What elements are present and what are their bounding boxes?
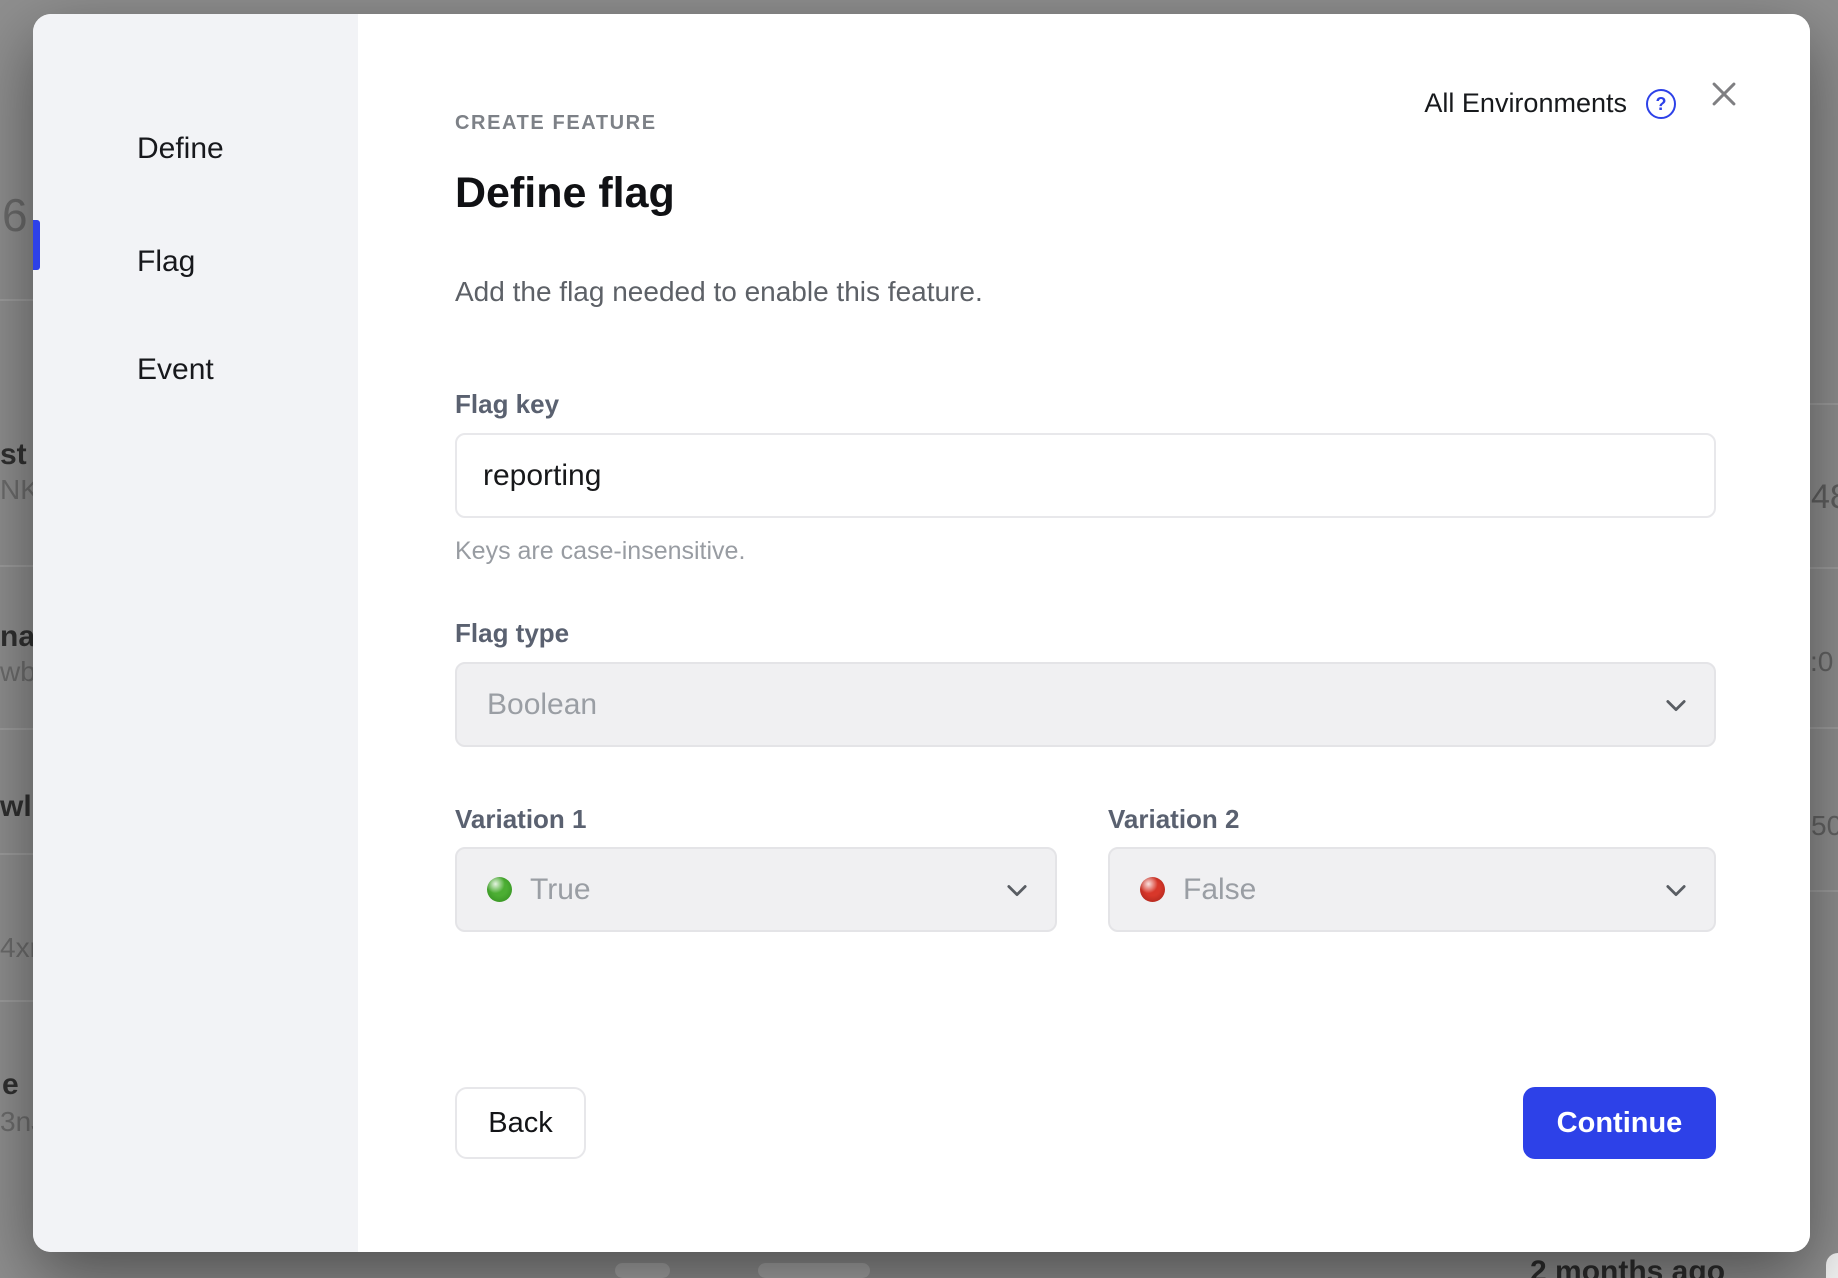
x-glyph bbox=[1707, 77, 1741, 111]
chevron-down-icon bbox=[1003, 876, 1031, 904]
create-feature-dialog: Define Flag Event CREATE FEATURE All Env… bbox=[33, 14, 1810, 1252]
variation-1-value: True bbox=[530, 873, 1003, 907]
flag-type-label: Flag type bbox=[455, 620, 569, 646]
help-icon[interactable]: ? bbox=[1646, 89, 1676, 119]
screen: 6 st l NK na wb wl 4xr e 3nJ 48 :0 50 2 … bbox=[0, 0, 1838, 1278]
bg-row-divider bbox=[0, 728, 33, 730]
bg-text-fragment: 50 bbox=[1811, 812, 1838, 840]
bg-text-fragment: wb bbox=[0, 658, 36, 686]
step-define[interactable]: Define bbox=[137, 134, 224, 164]
bg-text-fragment: wl bbox=[0, 792, 32, 822]
bg-text-fragment: na bbox=[0, 622, 35, 652]
flag-key-input[interactable] bbox=[455, 433, 1716, 518]
step-flag[interactable]: Flag bbox=[137, 247, 195, 277]
flag-key-label: Flag key bbox=[455, 391, 559, 417]
bg-row-divider bbox=[0, 853, 33, 855]
variation-2-select[interactable]: False bbox=[1108, 847, 1716, 932]
bg-text-fragment: 6 bbox=[2, 192, 28, 238]
bg-row-divider bbox=[0, 565, 33, 567]
back-button[interactable]: Back bbox=[455, 1087, 586, 1159]
bg-text-fragment: e bbox=[2, 1070, 19, 1100]
close-icon[interactable] bbox=[1706, 76, 1742, 112]
bg-row-divider bbox=[1810, 403, 1838, 405]
flag-type-value: Boolean bbox=[487, 688, 1662, 722]
variation-1-select[interactable]: True bbox=[455, 847, 1057, 932]
bg-text-fragment: :0 bbox=[1810, 648, 1833, 676]
bg-text-fragment: 48 bbox=[1811, 480, 1838, 514]
dialog-subtitle: Add the flag needed to enable this featu… bbox=[455, 276, 983, 308]
continue-button[interactable]: Continue bbox=[1523, 1087, 1716, 1159]
variation-1-label: Variation 1 bbox=[455, 806, 587, 832]
flag-type-select[interactable]: Boolean bbox=[455, 662, 1716, 747]
active-step-indicator bbox=[33, 220, 40, 270]
variation-2-value: False bbox=[1183, 873, 1662, 907]
dialog-eyebrow: CREATE FEATURE bbox=[455, 112, 657, 135]
steps-sidebar: Define Flag Event bbox=[33, 14, 358, 1252]
bg-card-corner bbox=[1826, 1253, 1838, 1278]
bg-row-divider bbox=[0, 299, 33, 301]
true-value-dot-icon bbox=[487, 877, 512, 902]
bg-pill bbox=[758, 1263, 870, 1278]
bg-timestamp: 2 months ago bbox=[1530, 1255, 1725, 1278]
bg-row-divider bbox=[1810, 567, 1838, 569]
false-value-dot-icon bbox=[1140, 877, 1165, 902]
bg-row-divider bbox=[1810, 727, 1838, 729]
variation-2-label: Variation 2 bbox=[1108, 806, 1240, 832]
chevron-down-icon bbox=[1662, 876, 1690, 904]
dialog-title: Define flag bbox=[455, 170, 675, 217]
bg-row-divider bbox=[1810, 890, 1838, 892]
bg-pill bbox=[615, 1263, 670, 1278]
environment-scope-label: All Environments bbox=[1424, 88, 1627, 119]
chevron-down-icon bbox=[1662, 691, 1690, 719]
step-event[interactable]: Event bbox=[137, 355, 214, 385]
flag-key-helper-text: Keys are case-insensitive. bbox=[455, 537, 745, 566]
bg-row-divider bbox=[0, 1000, 33, 1002]
